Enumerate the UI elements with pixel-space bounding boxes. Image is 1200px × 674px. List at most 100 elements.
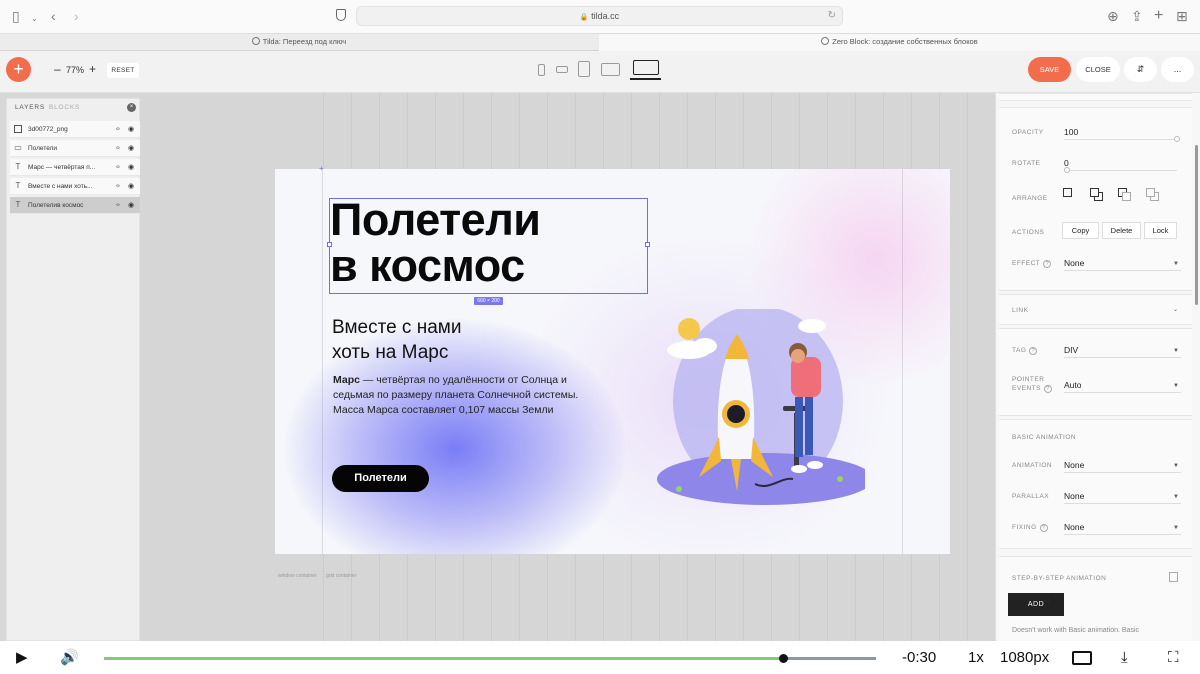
properties-scrollbar[interactable]: [1195, 145, 1198, 305]
sidebar-toggle-icon[interactable]: ▯: [12, 8, 20, 24]
unlock-icon[interactable]: ⴰ: [116, 140, 120, 157]
effect-underline: [1064, 270, 1181, 271]
eye-icon[interactable]: ◉: [128, 140, 134, 157]
opacity-slider-handle[interactable]: [1174, 136, 1180, 142]
selection-box[interactable]: [327, 198, 650, 294]
tilda-favicon-icon: [251, 37, 260, 45]
progress-played[interactable]: [104, 657, 784, 660]
unlock-icon[interactable]: ⴰ: [116, 121, 120, 138]
link-card[interactable]: LINK ⌄: [999, 294, 1192, 325]
zoom-out-button[interactable]: –: [54, 62, 61, 76]
bring-to-front-icon[interactable]: [1063, 188, 1076, 201]
chevron-down-icon[interactable]: ▼: [1173, 383, 1179, 389]
send-backward-icon[interactable]: [1118, 188, 1131, 201]
layer-item[interactable]: T Вместе с нами хоть... ⴰ ◉: [10, 178, 140, 195]
quality-selector[interactable]: 1080px: [1000, 650, 1049, 666]
unlock-icon[interactable]: ⴰ: [116, 178, 120, 195]
help-icon[interactable]: ?: [1044, 385, 1053, 393]
progress-remaining[interactable]: [783, 657, 876, 660]
phone-portrait-icon[interactable]: [538, 64, 545, 76]
opacity-slider-track[interactable]: [1064, 139, 1177, 140]
tab-layers[interactable]: LAYERS: [15, 104, 45, 111]
download-icon[interactable]: ⤓: [1121, 650, 1128, 666]
eye-icon[interactable]: ◉: [128, 121, 134, 138]
tablet-portrait-icon[interactable]: [578, 61, 590, 77]
help-icon[interactable]: ?: [1043, 260, 1052, 268]
fullscreen-icon[interactable]: ⛶: [1168, 650, 1179, 666]
layer-name: 3d00772_png: [28, 126, 68, 133]
layer-item[interactable]: T Марс — четвёртая п... ⴰ ◉: [10, 159, 140, 176]
close-button[interactable]: CLOSE: [1076, 57, 1120, 82]
picture-in-picture-icon[interactable]: [1072, 651, 1092, 665]
chevron-down-icon[interactable]: ▼: [1173, 463, 1179, 469]
chevron-down-icon[interactable]: ▼: [1173, 525, 1179, 531]
new-tab-icon[interactable]: +: [1154, 8, 1163, 24]
reload-icon[interactable]: ↻: [828, 7, 836, 25]
back-icon[interactable]: ‹: [51, 8, 56, 24]
tab-tilda-moving[interactable]: Tilda: Переезд под ключ: [0, 34, 598, 51]
desktop-icon[interactable]: [633, 60, 659, 75]
help-icon[interactable]: ?: [1039, 524, 1048, 532]
eye-icon[interactable]: ◉: [128, 178, 134, 195]
share-icon[interactable]: ⇪: [1131, 8, 1143, 24]
hero-subheading[interactable]: Вместе с нами хоть на Марс: [332, 315, 461, 365]
opacity-label: OPACITY: [1012, 129, 1044, 136]
rocket-illustration[interactable]: [655, 309, 865, 509]
chevron-down-icon[interactable]: ⌄: [31, 11, 38, 27]
sort-layers-button[interactable]: ⇵: [1124, 57, 1157, 82]
resize-handle-left[interactable]: [327, 242, 332, 247]
tag-select[interactable]: DIV: [1064, 345, 1078, 355]
chevron-down-icon[interactable]: ▼: [1173, 261, 1179, 267]
copy-button[interactable]: Copy: [1062, 222, 1099, 239]
rotate-slider-track[interactable]: [1064, 170, 1177, 171]
animation-label: ANIMATION: [1012, 462, 1053, 469]
delete-button[interactable]: Delete: [1102, 222, 1141, 239]
effect-select[interactable]: None: [1064, 258, 1084, 268]
add-element-button[interactable]: +: [6, 57, 31, 82]
downloads-icon[interactable]: ⊕: [1107, 8, 1119, 24]
play-icon[interactable]: ▶: [16, 650, 28, 666]
pointer-events-select[interactable]: Auto: [1064, 380, 1082, 390]
unlock-icon[interactable]: ⴰ: [116, 197, 120, 214]
reset-zoom-button[interactable]: RESET: [107, 63, 139, 78]
close-icon[interactable]: ×: [127, 103, 136, 112]
tab-zero-block[interactable]: Zero Block: создание собственных блоков: [599, 34, 1200, 51]
address-bar[interactable]: 🔒 tilda.cc ↻: [356, 6, 843, 26]
rotate-slider-handle[interactable]: [1064, 167, 1070, 173]
parallax-select[interactable]: None: [1064, 491, 1084, 501]
zoom-in-button[interactable]: +: [89, 62, 96, 76]
artboard[interactable]: Полетели в космос 660 × 200 Вместе с нам…: [275, 169, 950, 554]
docs-icon[interactable]: [1169, 572, 1178, 582]
add-animation-button[interactable]: ADD: [1008, 593, 1064, 616]
chevron-down-icon[interactable]: ▼: [1173, 494, 1179, 500]
unlock-icon[interactable]: ⴰ: [116, 159, 120, 176]
phone-landscape-icon[interactable]: [556, 66, 568, 73]
save-button[interactable]: SAVE: [1028, 57, 1071, 82]
send-to-back-icon[interactable]: [1146, 188, 1159, 201]
layer-item[interactable]: ▭ Полетели ⴰ ◉: [10, 140, 140, 157]
tag-underline: [1064, 357, 1181, 358]
playback-speed[interactable]: 1x: [968, 650, 984, 666]
layer-item-selected[interactable]: T Полетелив космос ⴰ ◉: [10, 197, 140, 214]
chevron-down-icon[interactable]: ▼: [1173, 348, 1179, 354]
eye-icon[interactable]: ◉: [128, 159, 134, 176]
privacy-shield-icon[interactable]: [336, 9, 346, 21]
more-options-button[interactable]: ...: [1161, 57, 1194, 82]
tablet-landscape-icon[interactable]: [601, 63, 620, 76]
volume-icon[interactable]: 🔊: [60, 650, 79, 666]
help-icon[interactable]: ?: [1029, 347, 1038, 355]
chevron-down-icon[interactable]: ⌄: [1173, 306, 1178, 313]
eye-icon[interactable]: ◉: [128, 197, 134, 214]
forward-icon[interactable]: ›: [74, 8, 79, 24]
resize-handle-right[interactable]: [645, 242, 650, 247]
fly-button[interactable]: Полетели: [332, 465, 429, 492]
lock-button[interactable]: Lock: [1144, 222, 1177, 239]
fixing-select[interactable]: None: [1064, 522, 1084, 532]
hero-description[interactable]: Марс — четвёртая по удалённости от Солнц…: [333, 373, 603, 418]
tab-blocks[interactable]: BLOCKS: [49, 104, 80, 111]
bring-forward-icon[interactable]: [1090, 188, 1103, 201]
tab-overview-icon[interactable]: ⊞: [1176, 8, 1188, 24]
opacity-value[interactable]: 100: [1064, 127, 1078, 137]
layer-item[interactable]: 3d00772_png ⴰ ◉: [10, 121, 140, 138]
animation-select[interactable]: None: [1064, 460, 1084, 470]
